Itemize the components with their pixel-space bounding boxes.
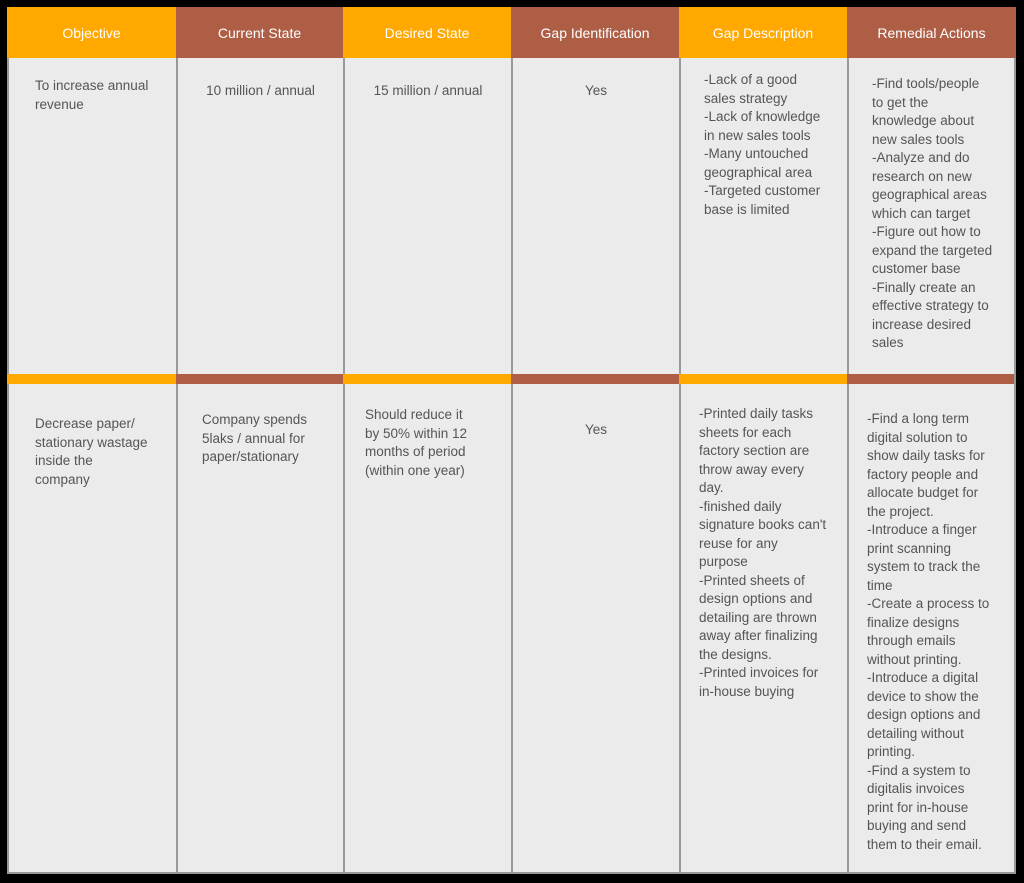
objective-text: To increase annual revenue [35,78,149,112]
separator-segment [679,374,847,384]
cell-current-state: Company spends 5laks / annual for paper/… [176,384,343,874]
header-label: Current State [217,24,302,41]
header-label: Remedial Actions [877,24,986,41]
gap-identification-text: Yes [584,83,608,98]
cell-gap-description: -Printed daily tasks sheets for each fac… [679,384,847,874]
header-label: Gap Identification [540,24,650,41]
cell-desired-state: 15 million / annual [343,58,511,374]
desired-state-text: 15 million / annual [373,83,483,98]
remedial-actions-text: -Find a long term digital solution to sh… [867,411,990,852]
table-right-border [1014,58,1016,874]
table-header-row: Objective Current State Desired State Ga… [7,7,1016,58]
cell-objective: To increase annual revenue [7,58,176,374]
gap-description-text: -Lack of a good sales strategy -Lack of … [704,72,821,217]
header-label: Objective [62,24,121,41]
cell-objective: Decrease paper/ stationary wastage insid… [7,384,176,874]
header-gap-description: Gap Description [679,7,847,58]
header-remedial-actions: Remedial Actions [847,7,1016,58]
gap-analysis-table: Objective Current State Desired State Ga… [7,7,1016,874]
current-state-text: Company spends 5laks / annual for paper/… [202,412,308,464]
cell-gap-identification: Yes [511,384,679,874]
current-state-text: 10 million / annual [206,83,315,98]
separator-segment [847,374,1016,384]
cell-gap-description: -Lack of a good sales strategy -Lack of … [679,58,847,374]
header-gap-identification: Gap Identification [511,7,679,58]
header-objective: Objective [7,7,176,58]
separator-segment [511,374,679,384]
table-row: Decrease paper/ stationary wastage insid… [7,384,1016,874]
gap-description-text: -Printed daily tasks sheets for each fac… [699,406,827,699]
header-label: Desired State [384,24,470,41]
cell-current-state: 10 million / annual [176,58,343,374]
separator-segment [343,374,511,384]
cell-gap-identification: Yes [511,58,679,374]
separator-segment [7,374,176,384]
separator-segment [176,374,343,384]
remedial-actions-text: -Find tools/people to get the knowledge … [872,76,993,350]
cell-desired-state: Should reduce it by 50% within 12 months… [343,384,511,874]
row-separator-bar [7,374,1016,384]
header-label: Gap Description [712,24,814,41]
table-row: To increase annual revenue 10 million / … [7,58,1016,374]
table-bottom-border [7,872,1016,874]
header-desired-state: Desired State [343,7,511,58]
header-current-state: Current State [176,7,343,58]
desired-state-text: Should reduce it by 50% within 12 months… [365,407,468,478]
objective-text: Decrease paper/ stationary wastage insid… [35,416,148,487]
gap-identification-text: Yes [584,422,608,437]
cell-remedial-actions: -Find a long term digital solution to sh… [847,384,1016,874]
cell-remedial-actions: -Find tools/people to get the knowledge … [847,58,1016,374]
